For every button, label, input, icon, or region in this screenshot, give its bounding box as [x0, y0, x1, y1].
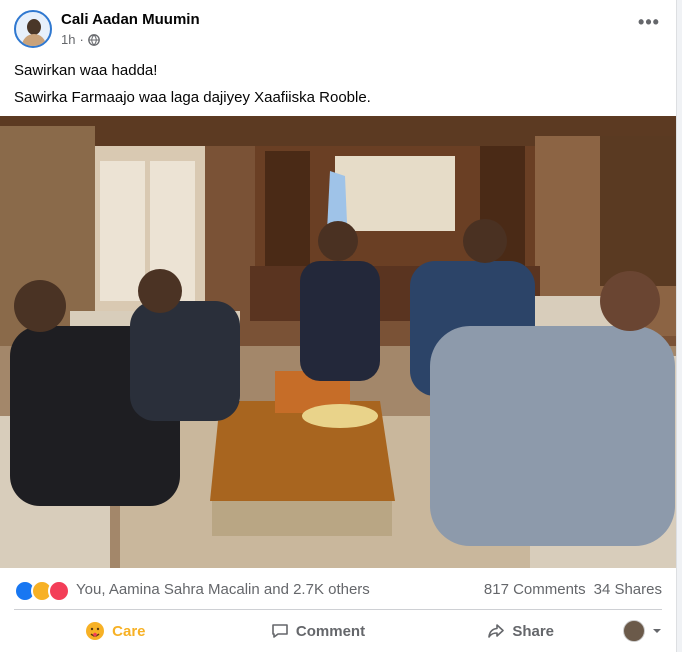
globe-icon: [87, 33, 100, 46]
shares-count[interactable]: 34 Shares: [594, 581, 662, 598]
share-button[interactable]: Share: [419, 614, 622, 648]
avatar: [622, 620, 645, 642]
comment-label: Comment: [295, 622, 366, 640]
post-photo[interactable]: [0, 116, 676, 568]
reactions-summary[interactable]: You, Aamina Sahra Macalin and 2.7K other…: [76, 581, 370, 598]
author-name[interactable]: Cali Aadan Muumin: [61, 11, 200, 28]
post-stats: You, Aamina Sahra Macalin and 2.7K other…: [14, 578, 662, 602]
comment-icon: [272, 624, 288, 638]
author-avatar[interactable]: [14, 10, 52, 48]
divider: [14, 609, 662, 610]
post-meta: 1h ·: [61, 32, 100, 47]
comments-count[interactable]: 817 Comments: [484, 581, 586, 598]
care-button[interactable]: Care: [14, 614, 217, 648]
post-actions: Care Comment Share: [14, 614, 662, 648]
post-header: Cali Aadan Muumin 1h · •••: [14, 10, 664, 50]
share-label: Share: [512, 622, 555, 640]
chevron-down-icon: [652, 629, 661, 633]
care-label: Care: [112, 622, 146, 640]
care-icon: [86, 622, 105, 640]
share-icon: [488, 624, 505, 638]
more-options-icon[interactable]: •••: [634, 12, 664, 36]
post-text-line-2: Sawirka Farmaajo waa laga dajiyey Xaafii…: [14, 89, 371, 106]
reaction-identity-select[interactable]: [622, 614, 662, 648]
post-text-line-1: Sawirkan waa hadda!: [14, 62, 158, 79]
post-time[interactable]: 1h: [61, 32, 75, 47]
post-card: Cali Aadan Muumin 1h · ••• Sawirkan waa …: [0, 0, 677, 652]
reaction-icons[interactable]: [14, 580, 70, 602]
love-icon: [48, 580, 70, 602]
comment-button[interactable]: Comment: [217, 614, 420, 648]
